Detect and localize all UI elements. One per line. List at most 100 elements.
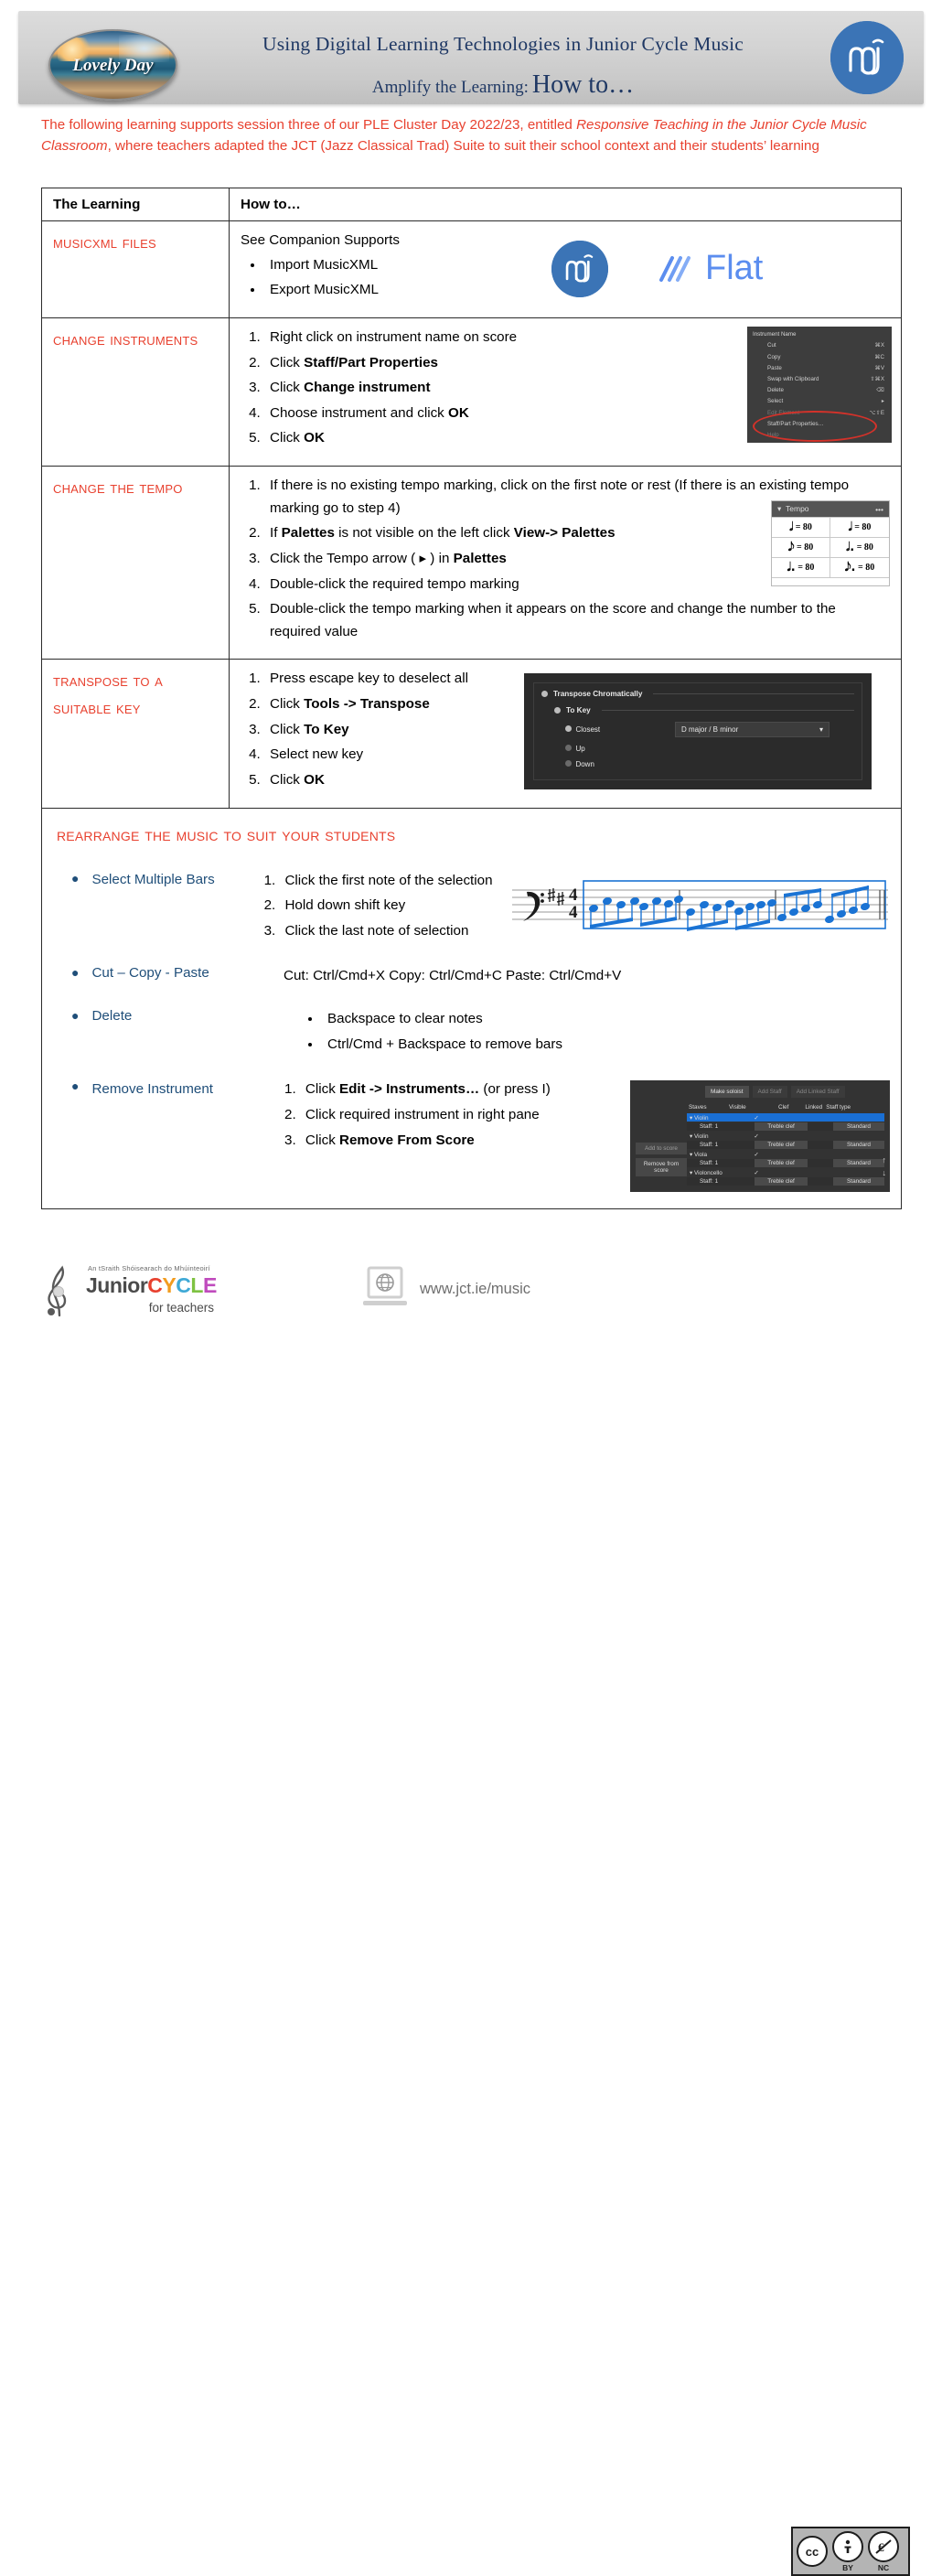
column-header-howto: How to… — [241, 197, 301, 212]
musescore-logo — [551, 240, 608, 297]
table-row[interactable]: Staff: 1 Treble clef Standard — [687, 1122, 884, 1132]
down-option-row[interactable]: Down — [565, 760, 854, 768]
table-row: Change Instruments Right click on instru… — [41, 317, 902, 467]
list-item: Click To Key — [264, 719, 515, 742]
person-icon — [832, 2530, 863, 2562]
add-to-score-button[interactable]: Add to score — [636, 1143, 687, 1155]
list-item: Right click on instrument name on score — [264, 327, 738, 349]
instruments-table-header: Staves Visible Clef Linked Staff type — [687, 1102, 884, 1113]
move-down-icon[interactable]: ↓ — [883, 1166, 887, 1179]
list-item: Select new key — [264, 744, 515, 767]
reorder-arrows[interactable]: ↑ ↓ — [883, 1154, 887, 1179]
bullet-icon: ● — [71, 1079, 80, 1094]
table-row[interactable]: Staff: 1 Treble clef Standard — [687, 1177, 884, 1186]
treble-clef-icon — [48, 1265, 67, 1317]
header-cell-learning: The Learning — [41, 188, 230, 221]
table-row[interactable]: ▾ Violin ✓ — [687, 1132, 884, 1140]
intro-part1: The following learning supports session … — [41, 117, 577, 133]
list-item: If there is no existing tempo marking, c… — [264, 475, 864, 520]
instruments-dialog-toolbar: Make soloist Add Staff Add Linked Staff — [705, 1086, 884, 1099]
context-menu-item-help: Help — [767, 431, 779, 438]
lovely-day-label: Lovely Day — [72, 55, 154, 75]
page-title: Using Digital Learning Technologies in J… — [262, 33, 744, 55]
list-item: Click Tools -> Transpose — [264, 693, 515, 716]
rearrange-item-delete: ● Delete Backspace to clear notes Ctrl/C… — [57, 1008, 890, 1058]
header-text-block: Using Digital Learning Technologies in J… — [183, 16, 823, 100]
add-linked-staff-button[interactable]: Add Linked Staff — [790, 1086, 845, 1099]
transpose-chromatically-option[interactable]: Transpose Chromatically — [541, 690, 854, 698]
website-url[interactable]: www.jct.ie/music — [420, 1281, 530, 1298]
table-row[interactable]: Staff: 1 Treble clef Standard — [687, 1159, 884, 1168]
transpose-dialog-screenshot: Transpose Chromatically To Key Closest D… — [524, 673, 872, 790]
table-row[interactable]: ▾ Viola ✓ — [687, 1150, 884, 1158]
item-label-select-bars: Select Multiple Bars — [91, 871, 215, 887]
divider — [601, 710, 854, 712]
radio-icon — [554, 707, 561, 714]
cc-logo: cc — [797, 2536, 828, 2567]
row-body-cell-change-tempo: ▾ Tempo ••• 𝅗𝅥 = 80 𝅘𝅥 = 80 𝅘𝅥𝅮 = 80 𝅗𝅥.… — [229, 465, 902, 660]
table-row[interactable]: Staff: 1 Treble clef Standard — [687, 1141, 884, 1150]
context-menu-item-paste: Paste ⌘V — [767, 364, 884, 371]
closest-option-row[interactable]: Closest D major / B minor ▾ — [565, 722, 854, 738]
cc-icon: cc — [797, 2536, 828, 2567]
page-footer: An tSraith Shóisearach do Mhúinteoirí Ju… — [0, 1255, 942, 2576]
item-label-remove-instrument: Remove Instrument — [91, 1081, 213, 1098]
key-select-value: D major / B minor — [681, 725, 739, 735]
remove-instrument-steps: Click Edit -> Instruments… (or press I) … — [280, 1079, 630, 1152]
transpose-steps: Press escape key to deselect all Click T… — [241, 668, 515, 791]
row-title-cell-transpose: Transpose to a suitable key — [41, 659, 230, 809]
rearrange-item-select-bars: ● Select Multiple Bars Click the first n… — [57, 869, 890, 946]
table-row: Change the Tempo ▾ Tempo ••• 𝅗𝅥 = 8 — [41, 465, 902, 660]
delete-bullets: Backspace to clear notes Ctrl/Cmd + Back… — [284, 1008, 562, 1056]
junior-cycle-logo: An tSraith Shóisearach do Mhúinteoirí Ju… — [33, 1261, 225, 1321]
list-item: Click Staff/Part Properties — [264, 352, 738, 375]
jc-for-teachers: for teachers — [148, 1301, 214, 1315]
page-subtitle: Amplify the Learning: How to… — [183, 70, 823, 100]
table-row[interactable]: ▾ Violoncello ✓ — [687, 1168, 884, 1176]
row-title-change-instruments: Change Instruments — [53, 329, 198, 349]
make-soloist-button[interactable]: Make soloist — [705, 1086, 749, 1099]
how-to-table: The Learning How to… MusicXML Files See … — [41, 188, 902, 1210]
list-item: Click Edit -> Instruments… (or press I) — [300, 1079, 630, 1101]
list-item: Click the last note of selection — [279, 920, 510, 943]
rearrange-section-title: Rearrange the music to suit your student… — [57, 824, 396, 845]
col-clef: Clef — [778, 1104, 789, 1111]
cut-copy-paste-shortcuts: Cut: Ctrl/Cmd+X Copy: Ctrl/Cmd+C Paste: … — [284, 968, 622, 984]
up-option-row[interactable]: Up — [565, 745, 854, 753]
row-title-cell-change-instruments: Change Instruments — [41, 317, 230, 467]
header-cell-howto: How to… — [229, 188, 902, 221]
radio-icon — [565, 745, 572, 752]
row-title-cell-change-tempo: Change the Tempo — [41, 465, 230, 660]
instruments-dialog-screenshot: Make soloist Add Staff Add Linked Staff … — [630, 1080, 890, 1193]
row-body-cell-musicxml: See Companion Supports Import MusicXML E… — [229, 220, 902, 318]
jc-junior-text: Junior — [86, 1273, 148, 1297]
radio-icon — [541, 691, 548, 698]
check-icon: ✓ — [754, 1132, 759, 1140]
list-item: Press escape key to deselect all — [264, 668, 515, 691]
move-up-icon[interactable]: ↑ — [883, 1154, 887, 1166]
up-label: Up — [575, 745, 585, 754]
flat-logo-label: Flat — [705, 249, 764, 288]
table-header-row: The Learning How to… — [41, 188, 902, 221]
item-label-delete: Delete — [91, 1008, 133, 1024]
cc-nc: € NC — [868, 2530, 899, 2572]
add-staff-button[interactable]: Add Staff — [752, 1086, 787, 1099]
divider — [653, 693, 854, 695]
row-title-cell-musicxml: MusicXML Files — [41, 220, 230, 318]
list-item: Click Remove From Score — [300, 1130, 630, 1153]
row-title-change-tempo: Change the Tempo — [53, 478, 183, 498]
select-bars-steps: Click the first note of the selection Ho… — [259, 870, 510, 943]
bullet-icon: ● — [71, 965, 80, 981]
key-select-dropdown[interactable]: D major / B minor ▾ — [675, 722, 830, 738]
flat-logo: Flat — [656, 249, 763, 289]
laptop-globe-icon — [363, 1266, 407, 1305]
table-row[interactable]: ▾ Violin ✓ — [687, 1113, 884, 1122]
to-key-option[interactable]: To Key — [554, 706, 854, 714]
down-label: Down — [575, 760, 594, 769]
remove-from-score-button[interactable]: Remove from score — [636, 1158, 687, 1177]
column-header-learning: The Learning — [53, 197, 141, 212]
jc-wordmark: JuniorCYCLE — [86, 1273, 217, 1297]
website-block: www.jct.ie/music — [361, 1266, 530, 1312]
svg-text:4: 4 — [569, 903, 578, 922]
table-row: Transpose to a suitable key Press escape… — [41, 659, 902, 809]
